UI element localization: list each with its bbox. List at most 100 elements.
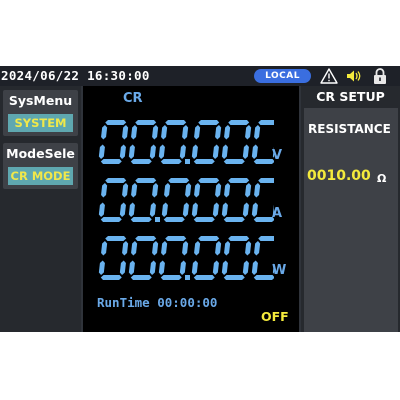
speaker-icon (347, 70, 361, 82)
resistance-label: RESISTANCE (308, 122, 391, 136)
segment-a (228, 120, 250, 125)
segment-f (194, 241, 201, 256)
segment-a (165, 236, 187, 241)
segment-f (224, 241, 231, 256)
segment-a (135, 120, 157, 125)
segment-b (152, 125, 159, 140)
mode-select-title: ModeSele (6, 146, 75, 161)
segment-e (98, 202, 105, 217)
segment-d (160, 159, 182, 164)
segment-a (168, 178, 190, 183)
segment-f (101, 241, 108, 256)
resistance-value[interactable]: 0010.00 (307, 168, 371, 184)
segment-d (130, 159, 152, 164)
segment-e (158, 260, 165, 275)
segment-f (131, 125, 138, 140)
segment-c (119, 260, 126, 275)
segment-f (131, 183, 138, 198)
segment-a (228, 236, 250, 241)
runtime: RunTime 00:00:00 (97, 295, 217, 310)
runtime-label: RunTime (97, 295, 150, 310)
voltage-readout (98, 120, 274, 164)
instrument-screen: 2024/06/22 16:30:00 LOCAL SysMenu SYSTEM… (0, 66, 400, 332)
segment-f (194, 125, 201, 140)
segment-c (242, 144, 249, 159)
segment-a (258, 120, 274, 125)
local-badge[interactable]: LOCAL (254, 69, 311, 83)
left-menu-panel: SysMenu SYSTEM ModeSele CR MODE (0, 86, 81, 332)
output-state[interactable]: OFF (261, 309, 289, 324)
segment-d (100, 159, 122, 164)
segment-b (215, 183, 222, 198)
segment-c (149, 144, 156, 159)
readout-2-digit-0 (98, 236, 129, 280)
readout-1-digit-0 (221, 178, 252, 222)
readout-0-decimal-point (185, 159, 190, 164)
readout-2-decimal-point (185, 275, 190, 280)
segment-f (194, 183, 201, 198)
mode-select-button[interactable]: ModeSele CR MODE (3, 143, 78, 189)
segment-d (253, 217, 274, 222)
segment-e (158, 144, 165, 159)
segment-d (193, 275, 215, 280)
voltage-unit: V (272, 148, 283, 163)
readout-0-digit-0 (128, 120, 159, 164)
power-unit: W (272, 263, 287, 278)
resistance-unit: Ω (377, 172, 387, 185)
segment-c (179, 260, 186, 275)
segment-f (161, 241, 168, 256)
segment-d (130, 217, 152, 222)
segment-d (223, 217, 245, 222)
sysmenu-button[interactable]: SysMenu SYSTEM (3, 90, 78, 136)
segment-f (254, 125, 261, 140)
segment-e (128, 260, 135, 275)
segment-a (105, 120, 127, 125)
segment-e (98, 260, 105, 275)
segment-a (135, 178, 157, 183)
segment-d (223, 275, 245, 280)
segment-f (164, 183, 171, 198)
segment-d (253, 159, 274, 164)
segment-e (191, 202, 198, 217)
readout-2-digit-0 (128, 236, 159, 280)
readout-2-digit-0 (191, 236, 222, 280)
segment-a (198, 236, 220, 241)
readout-0-digit-0 (98, 120, 129, 164)
segment-a (198, 120, 220, 125)
readout-0-digit-0 (191, 120, 222, 164)
readout-0-digit-0 (158, 120, 189, 164)
sysmenu-value: SYSTEM (8, 114, 73, 132)
readout-1-digit-0 (98, 178, 129, 222)
segment-f (131, 241, 138, 256)
segment-e (251, 202, 258, 217)
segment-e (128, 202, 135, 217)
segment-f (161, 125, 168, 140)
segment-d (100, 275, 122, 280)
segment-b (122, 183, 129, 198)
segment-b (245, 241, 252, 256)
setup-header: CR SETUP (316, 89, 385, 104)
segment-d (100, 217, 122, 222)
readout-2-digit-0 (221, 236, 252, 280)
segment-c (119, 202, 126, 217)
segment-d (223, 159, 245, 164)
segment-e (251, 144, 258, 159)
readout-1-decimal-point (155, 217, 160, 222)
readout-1-digit-0 (128, 178, 159, 222)
resistance-setting[interactable]: RESISTANCE 0010.00 Ω (304, 108, 398, 332)
runtime-value: 00:00:00 (157, 295, 218, 310)
segment-a (258, 236, 274, 241)
mode-select-value: CR MODE (8, 167, 73, 185)
segment-a (135, 236, 157, 241)
lock-icon (374, 68, 386, 84)
segment-f (254, 183, 261, 198)
segment-d (160, 275, 182, 280)
left-divider (81, 86, 83, 332)
segment-a (105, 236, 127, 241)
segment-b (215, 241, 222, 256)
segment-f (224, 183, 231, 198)
segment-f (254, 241, 261, 256)
segment-c (212, 260, 219, 275)
segment-d (193, 217, 215, 222)
sysmenu-title: SysMenu (8, 93, 73, 108)
